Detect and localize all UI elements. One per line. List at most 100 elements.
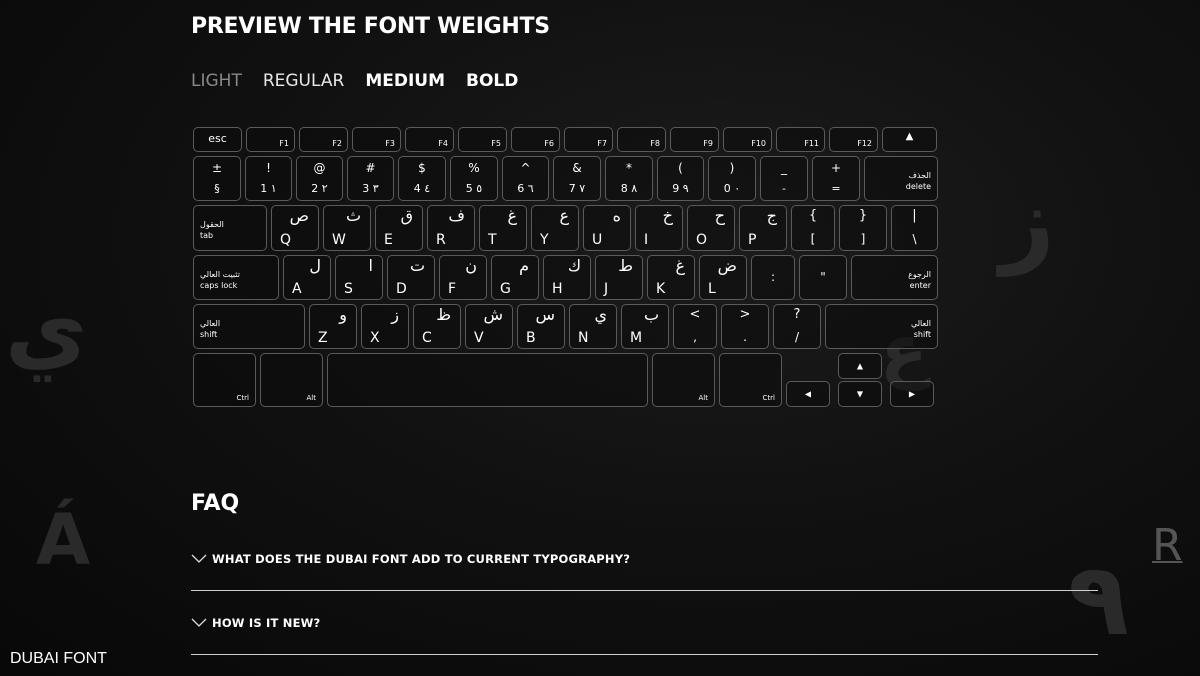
key-arabic-char: ث: [345, 206, 361, 225]
key-f[interactable]: نF: [439, 255, 487, 300]
key-shift-right[interactable]: العالي shift: [825, 304, 938, 349]
key-v[interactable]: شV: [465, 304, 513, 349]
key-arabic-char: ف: [448, 206, 465, 225]
key-label: F4: [438, 139, 448, 148]
key-semicolon[interactable]: :: [751, 255, 795, 300]
key-f6[interactable]: F6: [511, 127, 560, 152]
key-alt-right[interactable]: Alt: [652, 353, 715, 407]
key-f7[interactable]: F7: [564, 127, 613, 152]
key-arabic-char: غ: [507, 206, 517, 225]
key-m[interactable]: بM: [621, 304, 669, 349]
key-backslash[interactable]: | \: [891, 205, 938, 251]
key-5[interactable]: % 5 ٥: [450, 156, 498, 201]
key-arrow-right[interactable]: ▶: [890, 381, 934, 407]
key-p[interactable]: جP: [739, 205, 787, 251]
key-7[interactable]: & 7 ٧: [553, 156, 601, 201]
weight-regular-option[interactable]: REGULAR: [263, 71, 344, 91]
key-s[interactable]: اS: [335, 255, 383, 300]
weight-medium-option[interactable]: MEDIUM: [365, 71, 445, 91]
key-f12[interactable]: F12: [829, 127, 878, 152]
arrow-down-icon: ▼: [856, 389, 864, 399]
key-quote[interactable]: ": [799, 255, 847, 300]
key-eject[interactable]: ▲: [882, 127, 937, 152]
key-f11[interactable]: F11: [776, 127, 825, 152]
key-base-symbol: [: [810, 232, 816, 246]
key-n[interactable]: يN: [569, 304, 617, 349]
key-section[interactable]: ± §: [193, 156, 241, 201]
key-period[interactable]: >.: [721, 304, 769, 349]
key-english-label: enter: [909, 281, 931, 290]
key-k[interactable]: غK: [647, 255, 695, 300]
key-arrow-down[interactable]: ▼: [838, 381, 882, 407]
key-caps-lock[interactable]: تثبيت العالي caps lock: [193, 255, 279, 300]
key-arrow-left[interactable]: ◀: [786, 381, 830, 407]
key-space[interactable]: [327, 353, 648, 407]
key-equals[interactable]: + =: [812, 156, 860, 201]
key-f10[interactable]: F10: [723, 127, 772, 152]
key-label: F11: [804, 139, 819, 148]
key-f2[interactable]: F2: [299, 127, 348, 152]
key-w[interactable]: ثW: [323, 205, 371, 251]
key-open-bracket[interactable]: {[: [791, 205, 835, 251]
key-shift-left[interactable]: العالي shift: [193, 304, 305, 349]
key-o[interactable]: حO: [687, 205, 735, 251]
key-h[interactable]: كH: [543, 255, 591, 300]
key-a[interactable]: لA: [283, 255, 331, 300]
key-slash[interactable]: ? /: [773, 304, 821, 349]
eject-icon: ▲: [905, 131, 914, 142]
key-f9[interactable]: F9: [670, 127, 719, 152]
key-q[interactable]: صQ: [271, 205, 319, 251]
key-arrow-up[interactable]: ▲: [838, 353, 882, 379]
key-z[interactable]: وZ: [309, 304, 357, 349]
key-delete[interactable]: الحذف delete: [864, 156, 938, 201]
key-f1[interactable]: F1: [246, 127, 295, 152]
key-close-bracket[interactable]: }]: [839, 205, 887, 251]
key-4[interactable]: $4 ٤: [398, 156, 446, 201]
faq-item[interactable]: WHAT DOES THE DUBAI FONT ADD TO CURRENT …: [191, 551, 1098, 591]
key-g[interactable]: مG: [491, 255, 539, 300]
key-c[interactable]: ظC: [413, 304, 461, 349]
key-9[interactable]: (9 ٩: [657, 156, 704, 201]
key-f3[interactable]: F3: [352, 127, 401, 152]
key-base-symbol: §: [214, 182, 220, 195]
key-y[interactable]: عY: [531, 205, 579, 251]
key-d[interactable]: تD: [387, 255, 435, 300]
key-latin-char: Y: [540, 232, 549, 248]
key-1[interactable]: ! 1 ١: [245, 156, 292, 201]
key-f4[interactable]: F4: [405, 127, 454, 152]
key-l[interactable]: ضL: [699, 255, 747, 300]
key-label: F12: [857, 139, 872, 148]
key-b[interactable]: سB: [517, 304, 565, 349]
key-t[interactable]: غT: [479, 205, 527, 251]
key-tab[interactable]: الحقول tab: [193, 205, 267, 251]
key-0[interactable]: ) 0 ٠: [708, 156, 756, 201]
key-j[interactable]: طJ: [595, 255, 643, 300]
key-comma[interactable]: <,: [673, 304, 717, 349]
faq-item[interactable]: HOW IS IT NEW?: [191, 615, 1098, 655]
key-esc[interactable]: esc: [193, 127, 242, 152]
key-x[interactable]: زX: [361, 304, 409, 349]
key-minus[interactable]: _ -: [760, 156, 808, 201]
key-alt-left[interactable]: Alt: [260, 353, 323, 407]
key-8[interactable]: * 8 ٨: [605, 156, 653, 201]
key-latin-char: T: [488, 232, 497, 248]
key-e[interactable]: قE: [375, 205, 423, 251]
key-f5[interactable]: F5: [458, 127, 507, 152]
key-latin-char: S: [344, 281, 353, 297]
key-i[interactable]: خI: [635, 205, 683, 251]
weight-bold-option[interactable]: BOLD: [466, 71, 518, 91]
key-arabic-label: العالي: [910, 319, 931, 328]
key-ctrl-right[interactable]: Ctrl: [719, 353, 782, 407]
background-glyph: ز: [1000, 167, 1055, 277]
key-3[interactable]: #3 ٣: [347, 156, 394, 201]
key-r[interactable]: فR: [427, 205, 475, 251]
weight-light-option[interactable]: LIGHT: [191, 71, 242, 91]
key-f8[interactable]: F8: [617, 127, 666, 152]
key-u[interactable]: هU: [583, 205, 631, 251]
key-arabic-char: ت: [409, 256, 425, 275]
key-6[interactable]: ^ 6 ٦: [502, 156, 549, 201]
key-2[interactable]: @2 ٢: [296, 156, 343, 201]
faq-title: FAQ: [191, 491, 240, 516]
key-ctrl-left[interactable]: Ctrl: [193, 353, 256, 407]
key-enter[interactable]: الرجوع enter: [851, 255, 938, 300]
